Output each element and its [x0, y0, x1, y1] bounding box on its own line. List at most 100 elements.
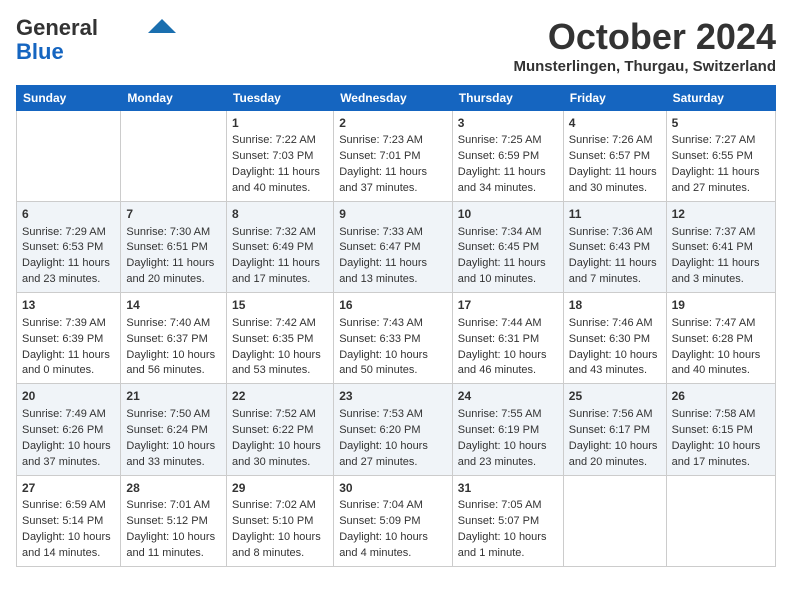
weekday-header: Wednesday [334, 86, 453, 111]
day-info: Sunrise: 7:22 AM [232, 134, 316, 146]
day-info: Sunset: 6:15 PM [672, 424, 753, 436]
logo-blue: Blue [16, 40, 64, 64]
calendar-cell: 16Sunrise: 7:43 AMSunset: 6:33 PMDayligh… [334, 293, 453, 384]
day-number: 1 [232, 115, 328, 132]
calendar-cell: 17Sunrise: 7:44 AMSunset: 6:31 PMDayligh… [452, 293, 563, 384]
day-info: Daylight: 11 hours and 27 minutes. [672, 166, 760, 194]
day-info: Daylight: 11 hours and 34 minutes. [458, 166, 546, 194]
day-info: Sunset: 6:37 PM [126, 333, 207, 345]
day-info: Sunset: 5:12 PM [126, 515, 207, 527]
day-info: Daylight: 10 hours and 1 minute. [458, 531, 547, 559]
calendar-week: 1Sunrise: 7:22 AMSunset: 7:03 PMDaylight… [17, 111, 776, 202]
day-info: Sunset: 6:33 PM [339, 333, 420, 345]
day-number: 23 [339, 388, 447, 405]
day-info: Daylight: 10 hours and 46 minutes. [458, 349, 547, 377]
calendar-cell: 24Sunrise: 7:55 AMSunset: 6:19 PMDayligh… [452, 384, 563, 475]
day-info: Daylight: 10 hours and 20 minutes. [569, 440, 658, 468]
day-number: 14 [126, 297, 221, 314]
day-info: Sunset: 6:39 PM [22, 333, 103, 345]
day-info: Sunrise: 7:30 AM [126, 226, 210, 238]
day-number: 9 [339, 206, 447, 223]
calendar-table: SundayMondayTuesdayWednesdayThursdayFrid… [16, 85, 776, 567]
day-info: Daylight: 10 hours and 43 minutes. [569, 349, 658, 377]
day-info: Sunset: 6:22 PM [232, 424, 313, 436]
day-number: 8 [232, 206, 328, 223]
day-info: Daylight: 10 hours and 53 minutes. [232, 349, 321, 377]
day-info: Sunset: 6:45 PM [458, 241, 539, 253]
day-info: Sunrise: 7:46 AM [569, 317, 653, 329]
weekday-header: Tuesday [227, 86, 334, 111]
day-info: Sunrise: 7:32 AM [232, 226, 316, 238]
day-info: Daylight: 10 hours and 30 minutes. [232, 440, 321, 468]
day-info: Daylight: 10 hours and 17 minutes. [672, 440, 761, 468]
logo-general: General [16, 16, 98, 40]
calendar-week: 6Sunrise: 7:29 AMSunset: 6:53 PMDaylight… [17, 202, 776, 293]
day-info: Sunrise: 7:49 AM [22, 408, 106, 420]
calendar-cell: 27Sunrise: 6:59 AMSunset: 5:14 PMDayligh… [17, 475, 121, 566]
day-number: 7 [126, 206, 221, 223]
day-info: Daylight: 10 hours and 14 minutes. [22, 531, 111, 559]
day-number: 20 [22, 388, 115, 405]
day-info: Daylight: 11 hours and 0 minutes. [22, 349, 110, 377]
day-info: Sunrise: 7:25 AM [458, 134, 542, 146]
day-number: 17 [458, 297, 558, 314]
day-info: Sunrise: 7:26 AM [569, 134, 653, 146]
day-info: Daylight: 10 hours and 50 minutes. [339, 349, 428, 377]
day-number: 27 [22, 480, 115, 497]
day-info: Sunrise: 7:04 AM [339, 499, 423, 511]
day-info: Sunrise: 7:39 AM [22, 317, 106, 329]
weekday-header: Sunday [17, 86, 121, 111]
day-info: Sunset: 6:51 PM [126, 241, 207, 253]
day-number: 28 [126, 480, 221, 497]
calendar-cell: 26Sunrise: 7:58 AMSunset: 6:15 PMDayligh… [666, 384, 775, 475]
day-info: Sunset: 6:41 PM [672, 241, 753, 253]
day-info: Sunset: 6:53 PM [22, 241, 103, 253]
calendar-cell: 25Sunrise: 7:56 AMSunset: 6:17 PMDayligh… [563, 384, 666, 475]
day-info: Sunrise: 7:47 AM [672, 317, 756, 329]
day-number: 12 [672, 206, 770, 223]
calendar-cell: 4Sunrise: 7:26 AMSunset: 6:57 PMDaylight… [563, 111, 666, 202]
day-info: Sunrise: 6:59 AM [22, 499, 106, 511]
calendar-cell: 30Sunrise: 7:04 AMSunset: 5:09 PMDayligh… [334, 475, 453, 566]
day-info: Daylight: 11 hours and 23 minutes. [22, 257, 110, 285]
day-info: Daylight: 10 hours and 33 minutes. [126, 440, 215, 468]
day-info: Sunset: 5:09 PM [339, 515, 420, 527]
calendar-cell: 22Sunrise: 7:52 AMSunset: 6:22 PMDayligh… [227, 384, 334, 475]
day-info: Sunset: 6:28 PM [672, 333, 753, 345]
day-number: 15 [232, 297, 328, 314]
day-info: Sunset: 6:20 PM [339, 424, 420, 436]
day-number: 2 [339, 115, 447, 132]
calendar-cell: 7Sunrise: 7:30 AMSunset: 6:51 PMDaylight… [121, 202, 227, 293]
day-info: Daylight: 10 hours and 27 minutes. [339, 440, 428, 468]
day-info: Sunrise: 7:36 AM [569, 226, 653, 238]
day-info: Sunset: 6:35 PM [232, 333, 313, 345]
day-number: 22 [232, 388, 328, 405]
day-info: Sunrise: 7:56 AM [569, 408, 653, 420]
calendar-cell: 1Sunrise: 7:22 AMSunset: 7:03 PMDaylight… [227, 111, 334, 202]
calendar-cell [17, 111, 121, 202]
calendar-cell: 13Sunrise: 7:39 AMSunset: 6:39 PMDayligh… [17, 293, 121, 384]
day-number: 3 [458, 115, 558, 132]
calendar-cell: 20Sunrise: 7:49 AMSunset: 6:26 PMDayligh… [17, 384, 121, 475]
weekday-header: Monday [121, 86, 227, 111]
day-info: Daylight: 10 hours and 23 minutes. [458, 440, 547, 468]
calendar-cell: 8Sunrise: 7:32 AMSunset: 6:49 PMDaylight… [227, 202, 334, 293]
day-info: Daylight: 11 hours and 17 minutes. [232, 257, 320, 285]
day-info: Sunrise: 7:23 AM [339, 134, 423, 146]
weekday-header: Friday [563, 86, 666, 111]
day-info: Daylight: 10 hours and 37 minutes. [22, 440, 111, 468]
day-info: Daylight: 11 hours and 10 minutes. [458, 257, 546, 285]
calendar-cell [121, 111, 227, 202]
day-number: 24 [458, 388, 558, 405]
calendar-header: SundayMondayTuesdayWednesdayThursdayFrid… [17, 86, 776, 111]
day-info: Sunrise: 7:50 AM [126, 408, 210, 420]
day-info: Sunrise: 7:02 AM [232, 499, 316, 511]
calendar-cell: 18Sunrise: 7:46 AMSunset: 6:30 PMDayligh… [563, 293, 666, 384]
day-number: 19 [672, 297, 770, 314]
day-info: Daylight: 10 hours and 4 minutes. [339, 531, 428, 559]
calendar-cell: 5Sunrise: 7:27 AMSunset: 6:55 PMDaylight… [666, 111, 775, 202]
calendar-cell: 10Sunrise: 7:34 AMSunset: 6:45 PMDayligh… [452, 202, 563, 293]
day-number: 4 [569, 115, 661, 132]
day-info: Sunset: 6:24 PM [126, 424, 207, 436]
day-info: Sunrise: 7:55 AM [458, 408, 542, 420]
